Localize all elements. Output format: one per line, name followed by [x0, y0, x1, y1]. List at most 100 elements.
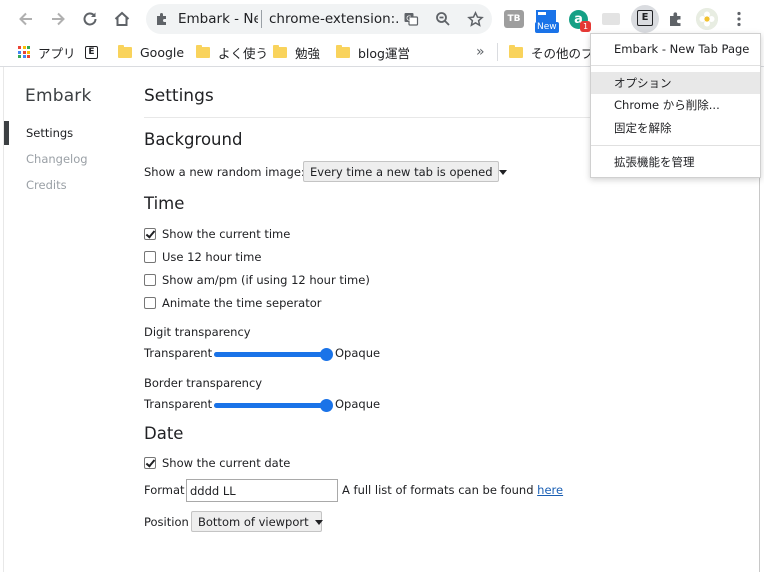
- bookmarks-overflow-button[interactable]: »: [476, 43, 485, 61]
- slider-thumb[interactable]: [320, 348, 333, 361]
- option-label: Animate the time seperator: [162, 296, 322, 310]
- option-12-hour[interactable]: Use 12 hour time: [144, 250, 261, 264]
- section-heading-date: Date: [144, 424, 184, 443]
- dropdown-caret-icon: [498, 169, 507, 175]
- reload-button[interactable]: [78, 7, 102, 31]
- menu-separator: [591, 65, 760, 66]
- random-image-label: Show a new random image:: [144, 165, 305, 179]
- format-input[interactable]: [186, 479, 338, 502]
- bookmark-folder-label: よく使う: [218, 45, 269, 61]
- bookmark-folder-frequent[interactable]: よく使う: [196, 43, 268, 61]
- folder-icon: [336, 44, 350, 58]
- bookmark-apps-label: アプリ: [38, 45, 76, 61]
- slider-min-label: Transparent: [144, 346, 213, 360]
- new-badge: New: [535, 22, 559, 33]
- menu-item-options[interactable]: オプション: [591, 72, 760, 94]
- home-button[interactable]: [110, 7, 134, 31]
- forward-arrow-icon: [52, 12, 65, 26]
- checkbox-checked[interactable]: [144, 228, 156, 240]
- checkbox-unchecked[interactable]: [144, 274, 156, 286]
- embark-e-icon: E: [637, 10, 653, 26]
- random-image-value: Every time a new tab is opened: [310, 164, 493, 179]
- section-heading-time: Time: [144, 194, 185, 213]
- sidebar-item-changelog[interactable]: Changelog: [26, 152, 88, 166]
- reload-icon: [83, 12, 97, 26]
- position-select[interactable]: Bottom of viewport: [191, 511, 323, 532]
- digit-transparency-label: Digit transparency: [144, 325, 251, 339]
- folder-icon: [273, 44, 287, 58]
- title-divider: [144, 117, 590, 118]
- gray-extension-icon[interactable]: [602, 13, 620, 25]
- embark-e-icon: E: [85, 45, 98, 59]
- svg-text:G: G: [406, 15, 411, 23]
- zoom-icon[interactable]: [434, 10, 452, 28]
- tb-extension-icon[interactable]: TB: [504, 10, 524, 28]
- puzzle-icon: [670, 12, 681, 26]
- bookmark-folder-label: 勉強: [295, 45, 321, 61]
- bookmark-folder-label: Google: [140, 44, 185, 60]
- option-show-time[interactable]: Show the current time: [144, 227, 290, 241]
- forward-button[interactable]: [46, 7, 70, 31]
- apps-grid-icon: [18, 46, 30, 58]
- position-label: Position: [144, 515, 189, 529]
- embark-extension-button[interactable]: E: [631, 5, 659, 33]
- slider-max-label: Opaque: [335, 397, 381, 411]
- option-label: Show the current time: [162, 227, 291, 241]
- back-arrow-icon: [19, 12, 32, 26]
- slider-min-label: Transparent: [144, 397, 213, 411]
- menu-separator: [591, 145, 760, 146]
- formats-link[interactable]: here: [537, 483, 563, 497]
- home-icon: [114, 11, 130, 26]
- format-hint-text: A full list of formats can be found: [342, 483, 534, 497]
- flower-avatar-icon: [696, 8, 718, 30]
- border-transparency-slider[interactable]: [214, 399, 333, 412]
- bookmark-folder-study[interactable]: 勉強: [273, 43, 320, 61]
- notification-count-badge: 1: [580, 21, 591, 32]
- bookmark-folder-blog[interactable]: blog運営: [336, 43, 410, 61]
- profile-avatar[interactable]: [696, 8, 718, 30]
- option-show-date[interactable]: Show the current date: [144, 456, 290, 470]
- sidebar-item-credits[interactable]: Credits: [26, 178, 67, 192]
- format-label: Format: [144, 483, 185, 497]
- back-button[interactable]: [14, 7, 38, 31]
- digit-transparency-slider[interactable]: [214, 348, 333, 361]
- address-bar[interactable]: Embark - Ne chrome-extension:... G: [146, 4, 492, 34]
- menu-item-unpin[interactable]: 固定を解除: [591, 117, 760, 139]
- bookmark-folder-google[interactable]: Google: [118, 43, 184, 61]
- random-image-select[interactable]: Every time a new tab is opened: [303, 161, 507, 182]
- slider-fill: [214, 403, 326, 408]
- option-ampm[interactable]: Show am/pm (if using 12 hour time): [144, 273, 370, 287]
- section-heading-background: Background: [144, 130, 243, 149]
- folder-icon: [196, 44, 210, 58]
- bookmark-embark[interactable]: E: [85, 43, 98, 61]
- brand-title: Embark: [25, 86, 92, 106]
- option-label: Use 12 hour time: [162, 250, 262, 264]
- position-value: Bottom of viewport: [198, 514, 309, 529]
- option-label: Show the current date: [162, 456, 291, 470]
- extension-puzzle-icon: [154, 11, 170, 31]
- bookmark-star-icon[interactable]: [466, 10, 484, 28]
- checkbox-unchecked[interactable]: [144, 251, 156, 263]
- kebab-menu-icon: [737, 11, 741, 27]
- folder-icon: [118, 44, 132, 58]
- extensions-button[interactable]: [664, 7, 688, 31]
- slider-thumb[interactable]: [320, 399, 333, 412]
- active-nav-indicator: [4, 121, 9, 145]
- menu-item-remove[interactable]: Chrome から削除...: [591, 94, 760, 116]
- border-transparency-label: Border transparency: [144, 376, 263, 390]
- checkbox-unchecked[interactable]: [144, 297, 156, 309]
- option-animate-separator[interactable]: Animate the time seperator: [144, 296, 322, 310]
- bookmark-folder-label: blog運営: [358, 45, 410, 61]
- translate-icon[interactable]: G: [402, 10, 420, 28]
- option-label: Show am/pm (if using 12 hour time): [162, 273, 370, 287]
- dropdown-caret-icon: [314, 519, 323, 525]
- menu-item-manage-extensions[interactable]: 拡張機能を管理: [591, 151, 760, 173]
- extension-context-menu: Embark - New Tab Page オプション Chrome から削除.…: [590, 33, 761, 178]
- folder-icon: [509, 44, 523, 58]
- url-text: chrome-extension:...: [269, 11, 399, 27]
- sidebar-item-settings[interactable]: Settings: [26, 126, 73, 140]
- bookmark-apps[interactable]: アプリ: [18, 43, 76, 61]
- chrome-menu-button[interactable]: [727, 7, 751, 31]
- menu-item-extension-name[interactable]: Embark - New Tab Page: [591, 38, 760, 60]
- checkbox-checked[interactable]: [144, 457, 156, 469]
